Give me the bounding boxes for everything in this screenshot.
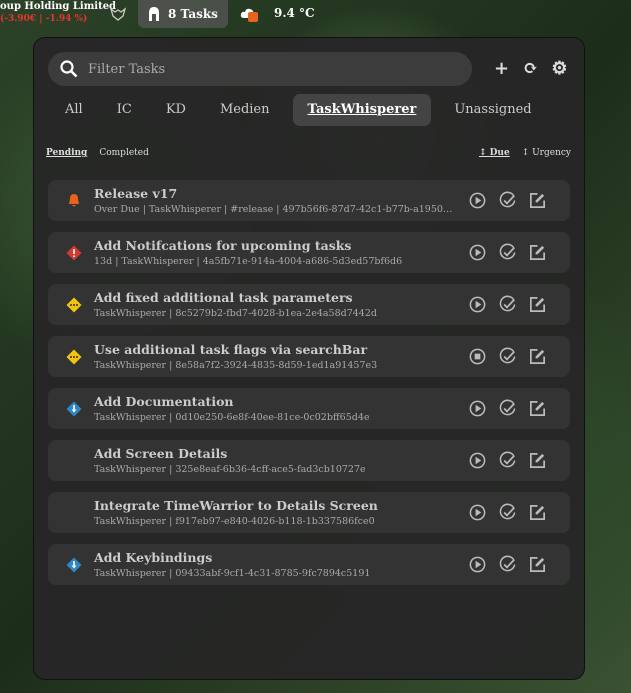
task-meta: TaskWhisperer | 325e8eaf-6b36-4cff-ace5-… xyxy=(94,464,366,475)
temperature: 9.4 °C xyxy=(274,6,315,20)
task-meta: TaskWhisperer | 8c5279b2-fbd7-4028-b1ea-… xyxy=(94,308,377,319)
stock-change: (-3.90€ | -1.94 %) xyxy=(0,14,88,24)
tasks-count: 8 Tasks xyxy=(168,7,218,21)
gear-icon[interactable]: ⚙ xyxy=(550,58,569,79)
add-icon[interactable]: + xyxy=(492,58,511,79)
alert-diamond-icon xyxy=(66,245,82,261)
task-card[interactable]: Add fixed additional task parameters Tas… xyxy=(48,284,570,325)
play-icon[interactable] xyxy=(468,191,487,210)
tab-all[interactable]: All xyxy=(48,94,100,126)
edit-icon[interactable] xyxy=(528,191,547,210)
task-meta: TaskWhisperer | 09433abf-9cf1-4c31-8785-… xyxy=(94,568,371,579)
edit-icon[interactable] xyxy=(528,451,547,470)
search-input[interactable] xyxy=(88,61,448,77)
task-meta: 13d | TaskWhisperer | 4a5fb71e-914a-4004… xyxy=(94,256,403,267)
complete-check-icon[interactable] xyxy=(498,399,517,418)
down-diamond-icon xyxy=(66,401,82,417)
task-title: Release v17 xyxy=(94,186,178,201)
task-card[interactable]: Add Screen Details TaskWhisperer | 325e8… xyxy=(48,440,570,481)
task-meta: TaskWhisperer | 8e58a7f2-3924-4835-8d59-… xyxy=(94,360,378,371)
task-title: Add Notifcations for upcoming tasks xyxy=(94,238,352,253)
task-title: Add fixed additional task parameters xyxy=(94,290,353,305)
task-meta: Over Due | TaskWhisperer | #release | 49… xyxy=(94,204,456,215)
search-bar[interactable] xyxy=(48,52,472,86)
complete-check-icon[interactable] xyxy=(498,295,517,314)
task-meta: TaskWhisperer | f917eb97-e840-4026-b118-… xyxy=(94,516,375,527)
bell-icon xyxy=(66,193,82,209)
edit-icon[interactable] xyxy=(528,399,547,418)
edit-icon[interactable] xyxy=(528,555,547,574)
search-icon xyxy=(60,60,78,78)
task-title: Add Screen Details xyxy=(94,446,228,461)
dots-diamond-icon xyxy=(66,349,82,365)
task-title: Use additional task flags via searchBar xyxy=(94,342,368,357)
status-tabs: Pending Completed xyxy=(46,148,149,158)
weather-widget[interactable]: 9.4 °C xyxy=(240,6,315,22)
tasks-pill[interactable]: 8 Tasks xyxy=(138,0,228,28)
task-title: Integrate TimeWarrior to Details Screen xyxy=(94,498,378,513)
complete-check-icon[interactable] xyxy=(498,451,517,470)
task-card[interactable]: Use additional task flags via searchBar … xyxy=(48,336,570,377)
complete-check-icon[interactable] xyxy=(498,347,517,366)
play-icon[interactable] xyxy=(468,399,487,418)
down-diamond-icon xyxy=(66,557,82,573)
top-bar: oup Holding Limited (-3.90€ | -1.94 %) 8… xyxy=(0,0,631,30)
sort-urgency[interactable]: ↕ Urgency xyxy=(522,148,571,158)
refresh-icon[interactable]: ⟳ xyxy=(521,58,540,79)
project-tabs: All IC KD Medien TaskWhisperer Unassigne… xyxy=(48,94,549,126)
edit-icon[interactable] xyxy=(528,243,547,262)
cloud-warning-icon xyxy=(240,7,266,22)
task-card[interactable]: Add Notifcations for upcoming tasks 13d … xyxy=(48,232,570,273)
edit-icon[interactable] xyxy=(528,295,547,314)
play-icon[interactable] xyxy=(468,503,487,522)
tab-medien[interactable]: Medien xyxy=(203,94,287,126)
sort-options: ↕ Due ↕ Urgency xyxy=(479,148,571,158)
task-card[interactable]: Integrate TimeWarrior to Details Screen … xyxy=(48,492,570,533)
helmet-icon xyxy=(149,7,160,21)
play-icon[interactable] xyxy=(468,243,487,262)
edit-icon[interactable] xyxy=(528,503,547,522)
play-icon[interactable] xyxy=(468,451,487,470)
task-title: Add Documentation xyxy=(94,394,234,409)
play-icon[interactable] xyxy=(468,295,487,314)
complete-check-icon[interactable] xyxy=(498,191,517,210)
complete-check-icon[interactable] xyxy=(498,555,517,574)
pending-tab[interactable]: Pending xyxy=(46,148,87,158)
task-list: Release v17 Over Due | TaskWhisperer | #… xyxy=(48,180,570,596)
task-card[interactable]: Add Documentation TaskWhisperer | 0d10e2… xyxy=(48,388,570,429)
complete-check-icon[interactable] xyxy=(498,243,517,262)
tab-kd[interactable]: KD xyxy=(149,94,203,126)
sort-due[interactable]: ↕ Due xyxy=(479,148,510,158)
fox-logo-icon xyxy=(109,7,127,21)
task-title: Add Keybindings xyxy=(94,550,213,565)
no-priority xyxy=(66,505,82,521)
no-priority xyxy=(66,453,82,469)
play-icon[interactable] xyxy=(468,555,487,574)
tab-ic[interactable]: IC xyxy=(100,94,149,126)
stock-widget[interactable]: oup Holding Limited (-3.90€ | -1.94 %) xyxy=(0,1,116,25)
dots-diamond-icon xyxy=(66,297,82,313)
stop-icon[interactable] xyxy=(468,347,487,366)
stock-name: oup Holding Limited xyxy=(0,1,117,12)
edit-icon[interactable] xyxy=(528,347,547,366)
tab-unassigned[interactable]: Unassigned xyxy=(437,94,548,126)
taskwhisperer-panel: + ⟳ ⚙ All IC KD Medien TaskWhisperer Una… xyxy=(33,37,585,680)
task-meta: TaskWhisperer | 0d10e250-6e8f-40ee-81ce-… xyxy=(94,412,370,423)
task-card[interactable]: Release v17 Over Due | TaskWhisperer | #… xyxy=(48,180,570,221)
complete-check-icon[interactable] xyxy=(498,503,517,522)
tab-taskwhisperer[interactable]: TaskWhisperer xyxy=(292,94,432,126)
completed-tab[interactable]: Completed xyxy=(99,148,149,158)
task-card[interactable]: Add Keybindings TaskWhisperer | 09433abf… xyxy=(48,544,570,585)
